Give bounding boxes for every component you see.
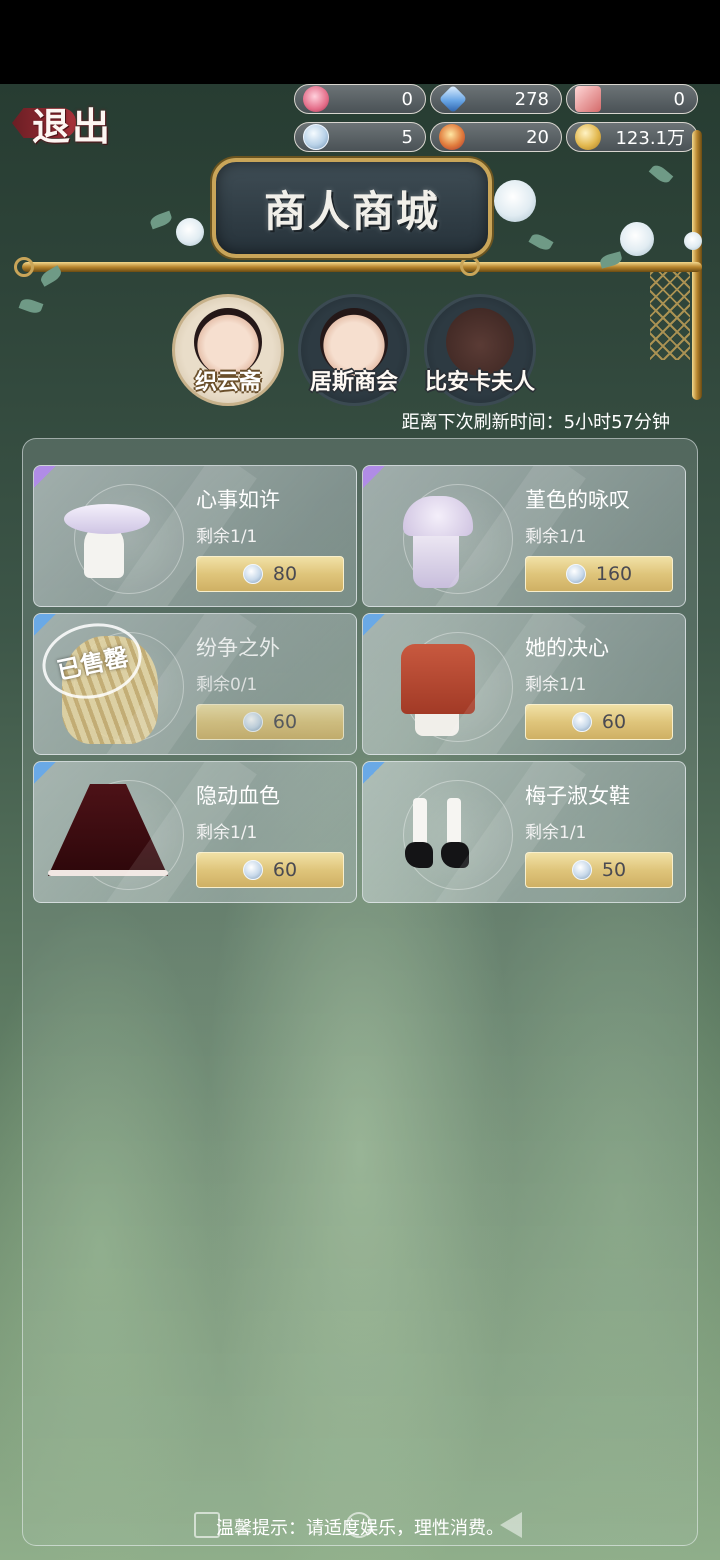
buy-button[interactable]: 60 [196, 852, 344, 888]
exit-label: 退出 [32, 103, 113, 149]
currency-heart-medal[interactable]: 20 [430, 122, 562, 152]
price-value: 60 [272, 859, 298, 881]
rail-scroll-left [14, 257, 34, 277]
item-stock: 剩余1/1 [525, 527, 587, 547]
shop-item-card[interactable]: 梅子淑女鞋 剩余1/1 50 [362, 761, 686, 903]
currency-blue-crystal[interactable]: 278 [430, 84, 562, 114]
currency-ticket[interactable]: 0 [566, 84, 698, 114]
page-title: 商人商城 [263, 186, 440, 236]
buy-button[interactable]: 50 [525, 852, 673, 888]
blue-crystal-icon [438, 84, 468, 114]
rail-scroll-right [460, 256, 480, 276]
currency-value: 123.1万 [615, 128, 685, 149]
button-coin-icon [571, 712, 592, 732]
item-name: 她的决心 [525, 636, 609, 660]
item-name: 梅子淑女鞋 [525, 784, 630, 808]
button-coin-icon [565, 564, 586, 584]
merchant-label: 比安卡夫人 [424, 369, 535, 395]
shop-item-card[interactable]: 她的决心 剩余1/1 60 [362, 613, 686, 755]
buy-button[interactable]: 60 [196, 704, 344, 740]
heart-medal-icon [439, 124, 465, 150]
item-stock: 剩余1/1 [196, 823, 258, 843]
ticket-icon [575, 86, 601, 112]
item-stock: 剩余0/1 [196, 675, 258, 695]
rose-gem-icon [303, 86, 329, 112]
shoe-item-icon [405, 842, 433, 868]
item-stock: 剩余1/1 [525, 823, 587, 843]
shop-item-card[interactable]: 心事如许 剩余1/1 80 [33, 465, 357, 607]
shop-item-card[interactable]: 隐动血色 剩余1/1 60 [33, 761, 357, 903]
nav-recent-icon[interactable] [194, 1512, 220, 1538]
price-value: 60 [601, 711, 627, 733]
buy-button[interactable]: 80 [196, 556, 344, 592]
shop-item-card[interactable]: 堇色的咏叹 剩余1/1 160 [362, 465, 686, 607]
gold-coins-icon [575, 124, 601, 150]
dress-skirt-icon [413, 532, 459, 588]
currency-value: 5 [401, 126, 413, 148]
item-name: 心事如许 [196, 488, 280, 512]
rose-decoration-icon [494, 180, 536, 222]
button-coin-icon [242, 564, 263, 584]
shoe-item-icon [441, 842, 469, 868]
button-coin-icon [242, 860, 263, 880]
item-name: 隐动血色 [196, 784, 280, 808]
price-value: 80 [272, 563, 298, 585]
merchant-tab-jusi[interactable]: 居斯商会 [298, 294, 410, 406]
price-value: 60 [272, 711, 298, 733]
blouse-item-icon [401, 644, 475, 714]
leaf-decoration-icon [18, 296, 44, 316]
nav-back-icon[interactable] [500, 1512, 522, 1538]
merchant-tab-bianka[interactable]: 比安卡夫人 [424, 294, 536, 406]
shop-panel: 心事如许 剩余1/1 80 堇色的咏叹 剩余1/1 160 已售罄 纷争之外 剩… [22, 438, 698, 1546]
item-name: 纷争之外 [196, 636, 280, 660]
sock-icon [447, 798, 461, 848]
button-coin-icon [571, 860, 592, 880]
nav-home-icon[interactable] [346, 1512, 372, 1538]
currency-button-coin[interactable]: 5 [294, 122, 426, 152]
price-value: 160 [595, 563, 633, 585]
currency-gold-coins[interactable]: 123.1万 [566, 122, 698, 152]
status-bar [0, 0, 720, 84]
rose-decoration-icon [684, 232, 702, 250]
button-coin-icon [242, 712, 263, 732]
title-plaque: 商人商城 [212, 158, 492, 258]
button-coin-icon [303, 124, 329, 150]
leaf-decoration-icon [648, 162, 674, 186]
exit-button[interactable]: 退出 [10, 98, 122, 149]
item-name: 堇色的咏叹 [525, 488, 630, 512]
refresh-countdown: 距离下次刷新时间：5小时57分钟 [401, 412, 670, 433]
currency-value: 20 [526, 126, 549, 148]
buy-button[interactable]: 160 [525, 556, 673, 592]
price-value: 50 [601, 859, 627, 881]
currency-value: 278 [514, 88, 549, 110]
currency-value: 0 [401, 88, 413, 110]
currency-rose-gem[interactable]: 0 [294, 84, 426, 114]
merchant-tab-zhiyunzhai[interactable]: 织云斋 [172, 294, 284, 406]
currency-value: 0 [673, 88, 685, 110]
item-stock: 剩余1/1 [525, 675, 587, 695]
shop-item-card-sold-out[interactable]: 已售罄 纷争之外 剩余0/1 60 [33, 613, 357, 755]
item-stock: 剩余1/1 [196, 527, 258, 547]
buy-button[interactable]: 60 [525, 704, 673, 740]
rose-decoration-icon [620, 222, 654, 256]
sock-icon [413, 798, 427, 848]
rose-decoration-icon [176, 218, 204, 246]
hat-brim-icon [64, 504, 150, 534]
leaf-decoration-icon [528, 231, 554, 253]
ornament-lattice [650, 270, 690, 360]
leaf-decoration-icon [148, 210, 174, 230]
skirt-hem-icon [48, 870, 168, 876]
